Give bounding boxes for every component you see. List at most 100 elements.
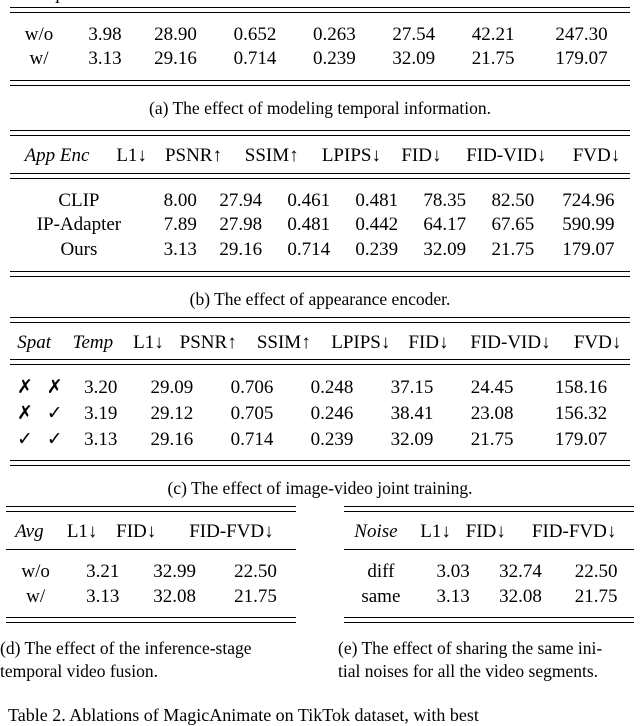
gap-a-b <box>0 120 640 130</box>
table-a-body-grid: w/o 3.98 28.90 0.652 0.263 27.54 42.21 2… <box>10 23 630 72</box>
table-a-row1-fidvid: 21.75 <box>471 48 515 70</box>
table-row: w/o 3.98 28.90 0.652 0.263 27.54 42.21 2… <box>10 23 630 48</box>
table-b-header-fid: FID↓ <box>401 144 442 166</box>
table-b-head-gap <box>10 179 630 189</box>
table-b-row1-fid: 64.17 <box>423 214 467 236</box>
table-2-caption: Table 2. Ablations of MagicAnimate on Ti… <box>8 704 479 725</box>
table-a: Temp Attn L1↓ PSNR↑ SSIM↑ LPIPS↓ FID↓ FI… <box>10 0 630 120</box>
table-c-row2-fid: 32.09 <box>390 428 434 450</box>
table-c-header-row: Spat Temp L1↓ PSNR↑ SSIM↑ LPIPS↓ FID↓ FI… <box>10 331 630 356</box>
table-d-caption-gap <box>0 623 302 637</box>
table-c-head-gap <box>10 365 630 375</box>
table-a-row0-fid: 27.54 <box>392 23 436 45</box>
table-c-header-l1: L1↓ <box>133 331 164 353</box>
table-c-row2-lpips: 0.239 <box>310 428 354 450</box>
table-c-row2-fvd: 179.07 <box>554 428 608 450</box>
table-b-row1-lpips: 0.442 <box>355 214 399 236</box>
table-e-row0-label: diff <box>367 560 395 582</box>
table-e-head-gap <box>338 550 640 560</box>
table-d-header-l1: L1↓ <box>66 521 98 543</box>
table-a-body-gap <box>10 72 630 80</box>
table-row: ✓ ✓ 3.13 29.16 0.714 0.239 32.09 21.75 1… <box>10 427 630 453</box>
table-c-row0-lpips: 0.248 <box>310 377 354 399</box>
table-b-header-psnr: PSNR↑ <box>164 144 222 166</box>
table-e-caption: (e) The effect of sharing the same ini- … <box>338 637 640 683</box>
table-d-row0-fid: 32.99 <box>153 560 196 582</box>
table-a-row0-label: w/o <box>24 23 54 45</box>
table-b-head: App Enc L1↓ PSNR↑ SSIM↑ LPIPS↓ FID↓ FID-… <box>10 144 630 169</box>
table-b-row0-label: CLIP <box>58 189 100 211</box>
table-c-body-grid: ✗ ✗ 3.20 29.09 0.706 0.248 37.15 24.45 1… <box>10 375 630 452</box>
table-c-row1-ssim: 0.705 <box>230 402 274 424</box>
table-d-body: w/o 3.21 32.99 22.50 w/ 3.13 32.08 21.75 <box>6 560 296 609</box>
table-c-grid: Spat Temp L1↓ PSNR↑ SSIM↑ LPIPS↓ FID↓ FI… <box>10 331 630 356</box>
table-c-head: Spat Temp L1↓ PSNR↑ SSIM↑ LPIPS↓ FID↓ FI… <box>10 331 630 356</box>
table-c-row2-ssim: 0.714 <box>230 428 274 450</box>
table-c-caption: (c) The effect of image-video joint trai… <box>167 478 473 499</box>
table-b-body-grid: CLIP 8.00 27.94 0.461 0.481 78.35 82.50 … <box>10 189 630 263</box>
table-d-caption-line2: temporal video fusion. <box>0 661 158 681</box>
table-a-row1-l1: 3.13 <box>88 48 122 70</box>
table-c-row1-spat: ✗ <box>16 401 33 424</box>
table-e-header-l1: L1↓ <box>420 521 451 543</box>
table-a-row0-psnr: 28.90 <box>154 23 197 45</box>
table-b-header-lpips: LPIPS↓ <box>321 144 381 166</box>
table-b-row0-l1: 8.00 <box>163 189 197 211</box>
table-b-row0-fid: 78.35 <box>423 189 467 211</box>
table-b-grid: App Enc L1↓ PSNR↑ SSIM↑ LPIPS↓ FID↓ FID-… <box>10 144 630 169</box>
table-row: w/ 3.13 32.08 21.75 <box>6 585 296 610</box>
table-b-row0-lpips: 0.481 <box>355 189 399 211</box>
table-b: App Enc L1↓ PSNR↑ SSIM↑ LPIPS↓ FID↓ FID-… <box>10 129 630 311</box>
gap-before-bottom-caption <box>0 683 640 705</box>
table-b-row2-fid: 32.09 <box>423 239 467 260</box>
table-c-row1-psnr: 29.12 <box>150 402 194 424</box>
table-c-row2-psnr: 29.16 <box>150 428 194 450</box>
table-a-header-fvd: FVD↓ <box>565 0 630 7</box>
table-c-row0-l1: 3.20 <box>84 377 118 399</box>
table-c-header-psnr: PSNR↑ <box>179 331 237 353</box>
table-c-row2-fidvid: 21.75 <box>470 428 514 450</box>
table-c-row0-spat: ✗ <box>16 376 33 399</box>
table-a-body: w/o 3.98 28.90 0.652 0.263 27.54 42.21 2… <box>10 23 630 72</box>
table-e-caption-gap <box>338 623 640 637</box>
table-d: Avg L1↓ FID↓ FID-FVD↓ w/o 3.21 32.99 22.… <box>0 506 302 683</box>
table-c-row2-l1: 3.13 <box>84 428 118 450</box>
table-a-row0-fidvid: 42.21 <box>471 23 515 45</box>
table-b-row2-l1: 3.13 <box>163 239 197 260</box>
table-a-head-gap <box>10 13 630 23</box>
table-c-row0-temp: ✗ <box>46 376 63 399</box>
table-row: IP-Adapter 7.89 27.98 0.481 0.442 64.17 … <box>10 213 630 238</box>
table-d-header-row: Avg L1↓ FID↓ FID-FVD↓ <box>6 520 296 545</box>
table-e-row0-fid: 32.74 <box>499 560 542 582</box>
table-c-body: ✗ ✗ 3.20 29.09 0.706 0.248 37.15 24.45 1… <box>10 375 630 452</box>
table-b-caption: (b) The effect of appearance encoder. <box>189 288 451 309</box>
table-d-row0-l1: 3.21 <box>86 560 120 582</box>
table-e: Noise L1↓ FID↓ FID-FVD↓ diff 3.03 32.74 … <box>338 506 640 683</box>
table-c-row0-fidvid: 24.45 <box>470 377 514 399</box>
table-e-body-gap <box>338 609 640 617</box>
table-c-row1-fidvid: 23.08 <box>470 402 514 424</box>
table-a-row1-fid: 32.09 <box>392 48 436 70</box>
table-e-caption-line2: tial noises for all the video segments. <box>338 661 599 681</box>
table-a-caption-gap <box>10 86 630 98</box>
table-c-row1-fvd: 156.32 <box>554 402 608 424</box>
table-b-row1-label: IP-Adapter <box>36 214 122 236</box>
table-c-body-gap <box>10 452 630 460</box>
table-b-header-fidvid: FID-VID↓ <box>466 144 547 166</box>
table-b-row2-lpips: 0.239 <box>355 239 399 260</box>
table-b-header-fvd: FVD↓ <box>572 144 621 166</box>
table-a-row0-fvd: 247.30 <box>555 23 608 45</box>
table-b-row2-psnr: 29.16 <box>219 239 263 260</box>
table-b-row1-ssim: 0.481 <box>287 214 331 236</box>
table-d-grid: Avg L1↓ FID↓ FID-FVD↓ <box>6 520 296 545</box>
table-c-header-fid: FID↓ <box>408 331 449 353</box>
table-b-header-ssim: SSIM↑ <box>244 144 299 166</box>
table-b-row0-psnr: 27.94 <box>219 189 263 211</box>
table-a-header-l1: L1↓ <box>123 0 165 7</box>
table-e-row0-fidfvd: 22.50 <box>574 560 618 582</box>
table-c-header-fidvid: FID-VID↓ <box>470 331 551 353</box>
table-a-header-fidvid: FID-VID↓ <box>454 0 564 7</box>
table-row: Ours 3.13 29.16 0.714 0.239 32.09 21.75 … <box>10 238 630 263</box>
table-d-header-fid: FID↓ <box>116 521 157 543</box>
table-c-row1-l1: 3.19 <box>84 402 118 424</box>
